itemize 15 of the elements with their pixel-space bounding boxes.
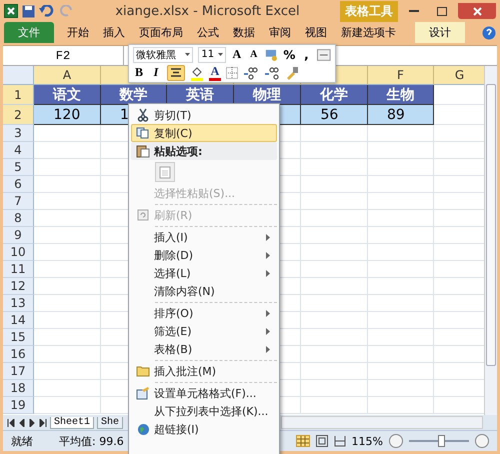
table-cell: 生物	[368, 85, 434, 105]
table-cell: 56	[301, 105, 368, 125]
table-cell: 物理	[234, 85, 301, 105]
average-readout: 平均值: 99.6	[59, 434, 124, 448]
menu-section-header: 粘贴选项:	[131, 142, 277, 160]
table-cell: 英语	[167, 85, 234, 105]
context-tab-title: 表格工具	[340, 0, 398, 22]
table-cell: 数学	[101, 85, 167, 105]
table-cell: 120	[34, 105, 101, 125]
table-cell: 89	[368, 105, 434, 125]
table-cell: 语文	[34, 85, 101, 105]
status-text: 就绪	[11, 434, 33, 448]
window-title: xiange.xlsx - Microsoft Excel	[114, 4, 301, 18]
table-cell: 化学	[301, 85, 368, 105]
zoom-level: 115%	[352, 434, 383, 448]
